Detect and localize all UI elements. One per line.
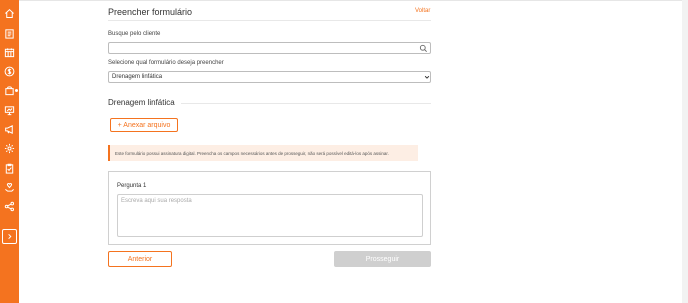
settings-gear-icon[interactable]	[3, 142, 16, 155]
dollar-circle-icon[interactable]	[3, 65, 16, 78]
form-select-label: Selecione qual formulário deseja preench…	[108, 60, 224, 66]
client-search-input[interactable]	[108, 42, 431, 54]
clipboard-check-icon[interactable]	[3, 162, 16, 175]
question-label: Pergunta 1	[117, 183, 147, 189]
search-icon[interactable]	[419, 44, 428, 53]
section-title: Drenagem linfática	[108, 98, 175, 107]
notice-text: Este formulário possui assinatura digita…	[115, 150, 389, 156]
top-border	[19, 0, 682, 1]
digital-signature-notice: Este formulário possui assinatura digita…	[108, 145, 418, 161]
sidebar	[0, 0, 19, 303]
expand-sidebar-button[interactable]	[2, 229, 17, 244]
notification-dot	[15, 89, 18, 92]
hand-heart-icon[interactable]	[3, 181, 16, 194]
section-divider	[181, 103, 431, 104]
client-search-label: Busque pelo cliente	[108, 31, 161, 37]
page-title: Preencher formulário	[108, 7, 193, 17]
megaphone-icon[interactable]	[3, 123, 16, 136]
presentation-icon[interactable]	[3, 104, 16, 117]
question-card: Pergunta 1	[108, 171, 431, 245]
divider	[108, 20, 431, 21]
back-link[interactable]: Voltar	[415, 8, 430, 14]
home-icon[interactable]	[3, 7, 16, 20]
chevron-down-icon	[424, 75, 430, 79]
calendar-icon[interactable]	[3, 46, 16, 59]
clipboard-list-icon[interactable]	[3, 27, 16, 40]
previous-button[interactable]: Anterior	[108, 251, 172, 267]
answer-textarea[interactable]	[117, 194, 423, 237]
scrollbar-track[interactable]	[682, 0, 688, 303]
proceed-button[interactable]: Prosseguir	[334, 251, 431, 267]
form-select[interactable]: Drenagem linfática	[108, 71, 431, 83]
attach-file-button[interactable]: + Anexar arquivo	[110, 118, 178, 132]
share-icon[interactable]	[3, 200, 16, 213]
chevron-right-icon	[8, 233, 12, 240]
